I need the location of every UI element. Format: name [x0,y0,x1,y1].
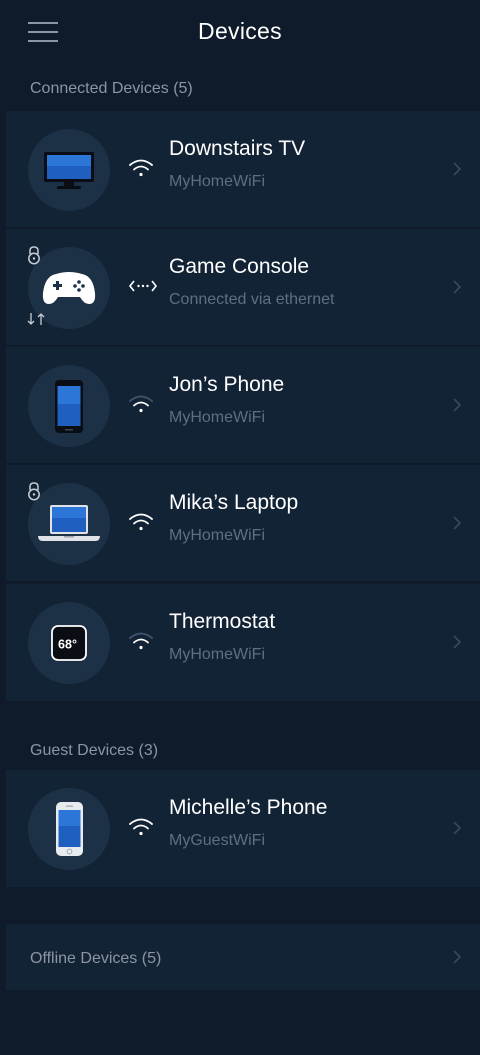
wifi-icon [129,159,153,177]
thermostat-reading: 68° [58,638,77,652]
chevron-right-icon [453,516,462,530]
tv-icon [44,152,94,189]
wifi-icon [129,632,153,650]
device-connection: Connected via ethernet [169,291,335,308]
device-row-game-console[interactable]: Game Console Connected via ethernet [6,229,480,346]
device-avatar: 68° [28,602,110,684]
device-row-downstairs-tv[interactable]: Downstairs TV MyHomeWiFi [6,111,480,228]
guest-devices-label: Guest Devices (3) [30,742,159,759]
device-avatar [28,365,110,447]
device-network: MyHomeWiFi [169,646,265,663]
device-name: Downstairs TV [169,137,306,160]
device-network: MyGuestWiFi [169,832,265,849]
phone-icon [55,380,83,433]
device-row-jons-phone[interactable]: Jon’s Phone MyHomeWiFi [6,347,480,464]
wifi-icon [129,513,153,531]
device-name: Michelle’s Phone [169,796,328,819]
ethernet-icon [128,280,158,292]
chevron-right-icon [453,950,462,964]
traffic-arrows-icon [27,313,45,325]
device-name: Thermostat [169,610,276,633]
lock-icon [28,246,40,265]
device-name: Jon’s Phone [169,373,285,396]
chevron-right-icon [453,280,462,294]
device-network: MyHomeWiFi [169,409,265,426]
offline-devices-row[interactable]: Offline Devices (5) [6,924,480,990]
device-network: MyHomeWiFi [169,527,265,544]
connected-devices-label: Connected Devices (5) [30,80,193,97]
device-avatar [28,129,110,211]
lock-icon [28,482,40,501]
device-name: Game Console [169,255,310,278]
device-name: Mika’s Laptop [169,491,299,514]
thermostat-icon: 68° [51,625,87,661]
device-row-michelles-phone[interactable]: Michelle’s Phone MyGuestWiFi [6,770,480,887]
chevron-right-icon [453,398,462,412]
wifi-icon [129,395,153,413]
chevron-right-icon [453,821,462,835]
offline-devices-label: Offline Devices (5) [30,950,162,967]
device-avatar [28,788,110,870]
chevron-right-icon [453,635,462,649]
device-network: MyHomeWiFi [169,173,265,190]
app-header: Devices [0,0,480,64]
device-row-mikas-laptop[interactable]: Mika’s Laptop MyHomeWiFi [6,465,480,582]
page-title: Devices [198,18,282,44]
wifi-icon [129,818,153,836]
device-row-thermostat[interactable]: 68° Thermostat MyHomeWiFi [6,584,480,701]
iphone-icon [56,802,83,856]
chevron-right-icon [453,162,462,176]
